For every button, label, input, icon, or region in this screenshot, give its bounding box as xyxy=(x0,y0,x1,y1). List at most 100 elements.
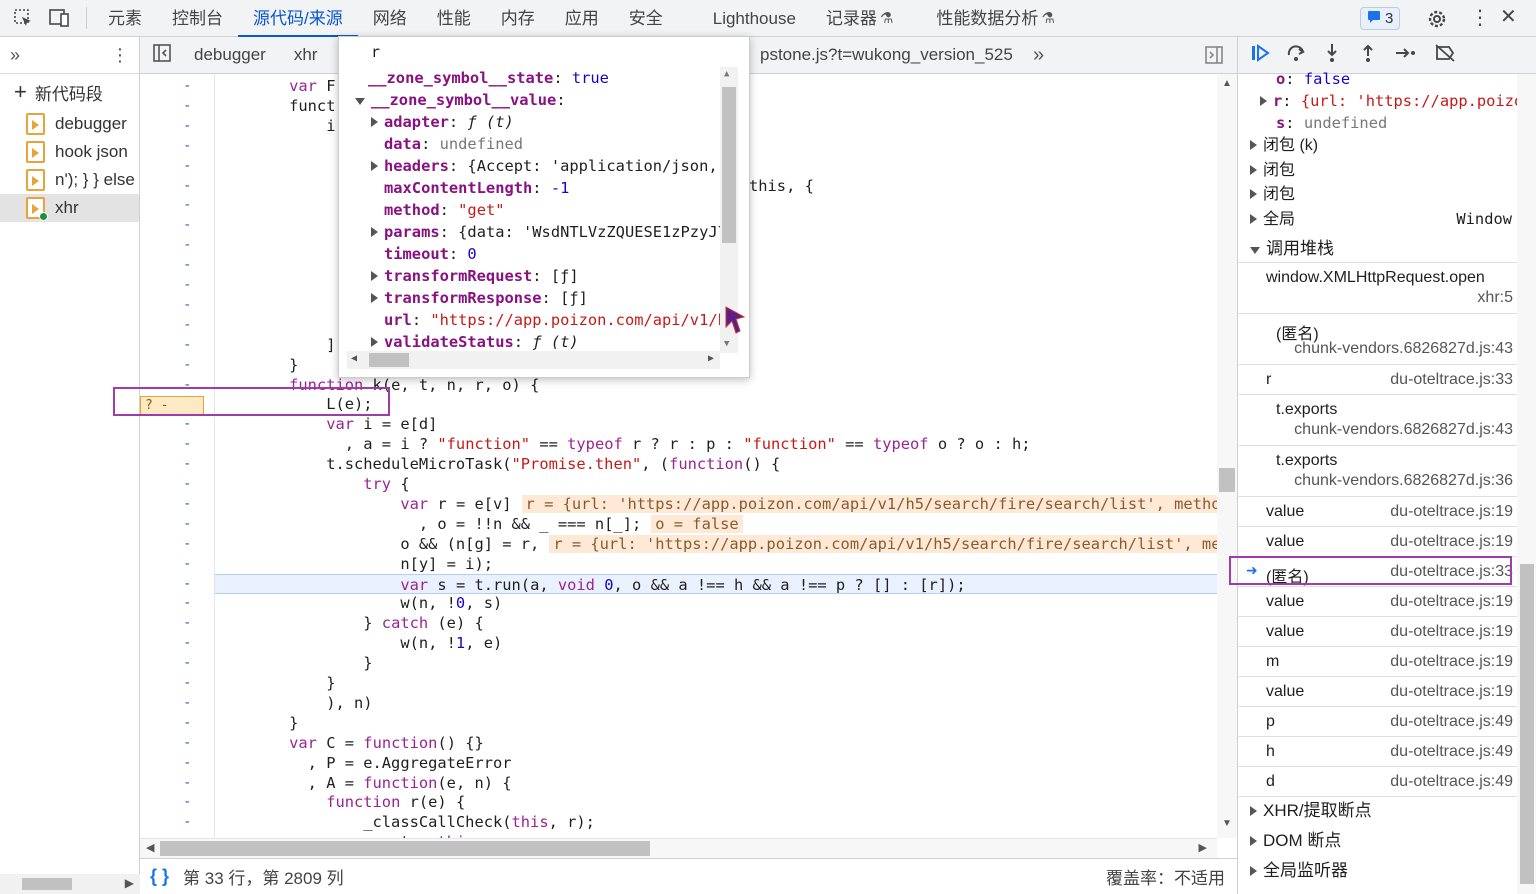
resume-icon[interactable] xyxy=(1250,43,1270,68)
deactivate-breakpoints-icon[interactable] xyxy=(1434,43,1456,68)
line-marker: - xyxy=(183,714,192,731)
line-gutter[interactable]: --------------------------------------- xyxy=(140,74,215,838)
more-tabs-icon[interactable]: » xyxy=(10,45,20,66)
editor-tab-xhr[interactable]: xhr xyxy=(280,45,332,65)
line-marker: - xyxy=(183,495,192,512)
cursor-position: 第 33 行，第 2809 列 xyxy=(183,869,344,888)
scope-group-label: 闭包 xyxy=(1263,161,1296,179)
scope-group[interactable]: 闭包 (k) xyxy=(1250,133,1512,157)
snippet-item[interactable]: n'); } } else i xyxy=(0,166,139,194)
scope-group[interactable]: 全局 Window xyxy=(1250,207,1512,231)
popup-hscrollbar[interactable]: ◀ ▶ xyxy=(347,351,720,369)
settings-gear-icon[interactable] xyxy=(1426,8,1448,35)
expand-arrow-icon xyxy=(1250,866,1257,876)
more-editor-tabs-icon[interactable]: » xyxy=(1033,44,1044,67)
panel-tab[interactable]: 性能 xyxy=(422,0,486,37)
call-frame[interactable]: value du-oteltrace.js:19 xyxy=(1238,527,1517,557)
pretty-print-icon[interactable]: { } xyxy=(150,866,169,887)
call-frame[interactable]: d du-oteltrace.js:49 xyxy=(1238,767,1517,797)
expand-arrow-icon[interactable] xyxy=(371,227,378,237)
call-frame[interactable]: t.exports chunk-vendors.6826827d.js:43 xyxy=(1238,395,1517,446)
panel-tab[interactable]: 性能数据分析 xyxy=(921,0,1053,37)
call-frame[interactable]: value du-oteltrace.js:19 xyxy=(1238,617,1517,647)
editor-tab-pstone[interactable]: pstone.js?t=wukong_version_525 xyxy=(746,45,1027,65)
breakpoint-section[interactable]: DOM 断点 xyxy=(1238,827,1517,855)
navigator-hscrollbar[interactable]: ▶ xyxy=(0,874,140,894)
more-menu-icon[interactable]: ⋮ xyxy=(1470,7,1490,29)
new-snippet-button[interactable]: + 新代码段 xyxy=(0,74,139,110)
popup-property-row[interactable]: __zone_symbol__value: xyxy=(355,89,575,111)
expand-arrow-icon[interactable] xyxy=(371,161,378,171)
step-icon[interactable] xyxy=(1394,43,1418,68)
call-frame[interactable]: window.XMLHttpRequest.open xhr:5 xyxy=(1238,263,1517,314)
toggle-navigator-icon[interactable] xyxy=(152,43,172,68)
expand-arrow-icon[interactable] xyxy=(1250,140,1257,150)
expand-arrow-icon[interactable] xyxy=(1260,96,1267,106)
issues-badge[interactable]: 3 xyxy=(1360,7,1401,30)
editor-hscrollbar[interactable]: ◀ ▶ xyxy=(140,838,1217,858)
call-frame[interactable]: t.exports chunk-vendors.6826827d.js:36 xyxy=(1238,446,1517,497)
line-marker: - xyxy=(183,754,192,771)
variable-hover-popup[interactable]: r __zone_symbol__state: true __zone_symbo… xyxy=(338,36,750,378)
step-into-icon[interactable] xyxy=(1322,43,1342,68)
call-frame[interactable]: r du-oteltrace.js:33 xyxy=(1238,365,1517,395)
editor-vscrollbar[interactable]: ▲ ▼ xyxy=(1217,74,1237,838)
popup-property-row[interactable]: headers: {Accept: 'application/json, xyxy=(371,155,718,177)
popup-property-row[interactable]: validateStatus: ƒ (t) xyxy=(371,331,579,353)
panel-tab[interactable]: Lighthouse xyxy=(698,0,811,37)
snippet-file-icon xyxy=(26,141,45,163)
panel-tab[interactable]: 应用 xyxy=(550,0,614,37)
scope-group[interactable]: 闭包 xyxy=(1250,158,1512,182)
panel-tab[interactable]: 控制台 xyxy=(157,0,238,37)
popup-property-row[interactable]: transformRequest: [ƒ] xyxy=(371,265,579,287)
close-devtools-icon[interactable]: ✕ xyxy=(1500,6,1517,28)
expand-arrow-icon[interactable] xyxy=(371,271,378,281)
popup-property-row[interactable]: params: {data: 'WsdNTLVzZQUESE1zPzyJ7 xyxy=(371,221,727,243)
expand-arrow-icon xyxy=(1250,836,1257,846)
expand-arrow-icon[interactable] xyxy=(1250,189,1257,199)
call-frame[interactable]: h du-oteltrace.js:49 xyxy=(1238,737,1517,767)
snippet-item[interactable]: xhr xyxy=(0,194,139,222)
popup-property-row[interactable]: transformResponse: [ƒ] xyxy=(371,287,588,309)
breakpoint-section[interactable]: XHR/提取断点 xyxy=(1238,797,1517,825)
call-frame[interactable]: m du-oteltrace.js:19 xyxy=(1238,647,1517,677)
panel-tab[interactable]: 网络 xyxy=(358,0,422,37)
expand-arrow-icon[interactable] xyxy=(1250,213,1257,224)
expand-arrow-icon[interactable] xyxy=(1250,164,1257,175)
panel-tab[interactable]: 安全 xyxy=(614,0,678,37)
panel-tab[interactable]: 内存 xyxy=(486,0,550,37)
scope-group[interactable]: 闭包 xyxy=(1250,182,1512,206)
panel-tab[interactable]: 元素 xyxy=(93,0,157,37)
snippet-item[interactable]: hook json xyxy=(0,138,139,166)
scope-value: {url: 'https://app.poizo xyxy=(1300,92,1524,110)
property-key: method xyxy=(384,201,440,219)
colon: : xyxy=(556,91,575,109)
toggle-debugger-icon[interactable] xyxy=(1204,45,1224,70)
breakpoint-section[interactable]: 全局监听器 xyxy=(1238,857,1517,885)
editor-tab-debugger[interactable]: debugger xyxy=(180,45,280,65)
call-frame[interactable]: value du-oteltrace.js:19 xyxy=(1238,497,1517,527)
popup-property-row[interactable]: adapter: ƒ (t) xyxy=(371,111,514,133)
inspect-element-icon[interactable] xyxy=(10,5,36,31)
expand-arrow-icon[interactable] xyxy=(371,337,378,347)
call-frame[interactable]: p du-oteltrace.js:49 xyxy=(1238,707,1517,737)
step-out-icon[interactable] xyxy=(1358,43,1378,68)
collapse-arrow-icon[interactable] xyxy=(355,98,365,105)
inline-value: r = {url: 'https://app.poizon.com/api/v1… xyxy=(549,534,1217,553)
navigator-menu-icon[interactable]: ⋮ xyxy=(111,45,129,66)
line-marker: - xyxy=(183,555,192,572)
call-frame[interactable]: value du-oteltrace.js:19 xyxy=(1238,677,1517,707)
panel-tab[interactable]: 源代码/来源 xyxy=(238,0,358,37)
expand-arrow-icon[interactable] xyxy=(371,293,378,303)
snippet-item[interactable]: debugger xyxy=(0,110,139,138)
callstack-header[interactable]: 调用堆栈 xyxy=(1238,235,1517,263)
step-over-icon[interactable] xyxy=(1286,43,1306,68)
frame-function: window.XMLHttpRequest.open xyxy=(1266,269,1485,286)
expand-arrow-icon[interactable] xyxy=(371,117,378,127)
scope-variable[interactable]: r: {url: 'https://app.poizo xyxy=(1260,89,1523,113)
call-frame[interactable]: value du-oteltrace.js:19 xyxy=(1238,587,1517,617)
device-toolbar-icon[interactable] xyxy=(46,5,72,31)
sidebar-vscrollbar[interactable] xyxy=(1517,74,1536,894)
snippet-file-icon xyxy=(26,113,45,135)
call-frame[interactable]: (匿名) chunk-vendors.6826827d.js:43 xyxy=(1238,314,1517,365)
